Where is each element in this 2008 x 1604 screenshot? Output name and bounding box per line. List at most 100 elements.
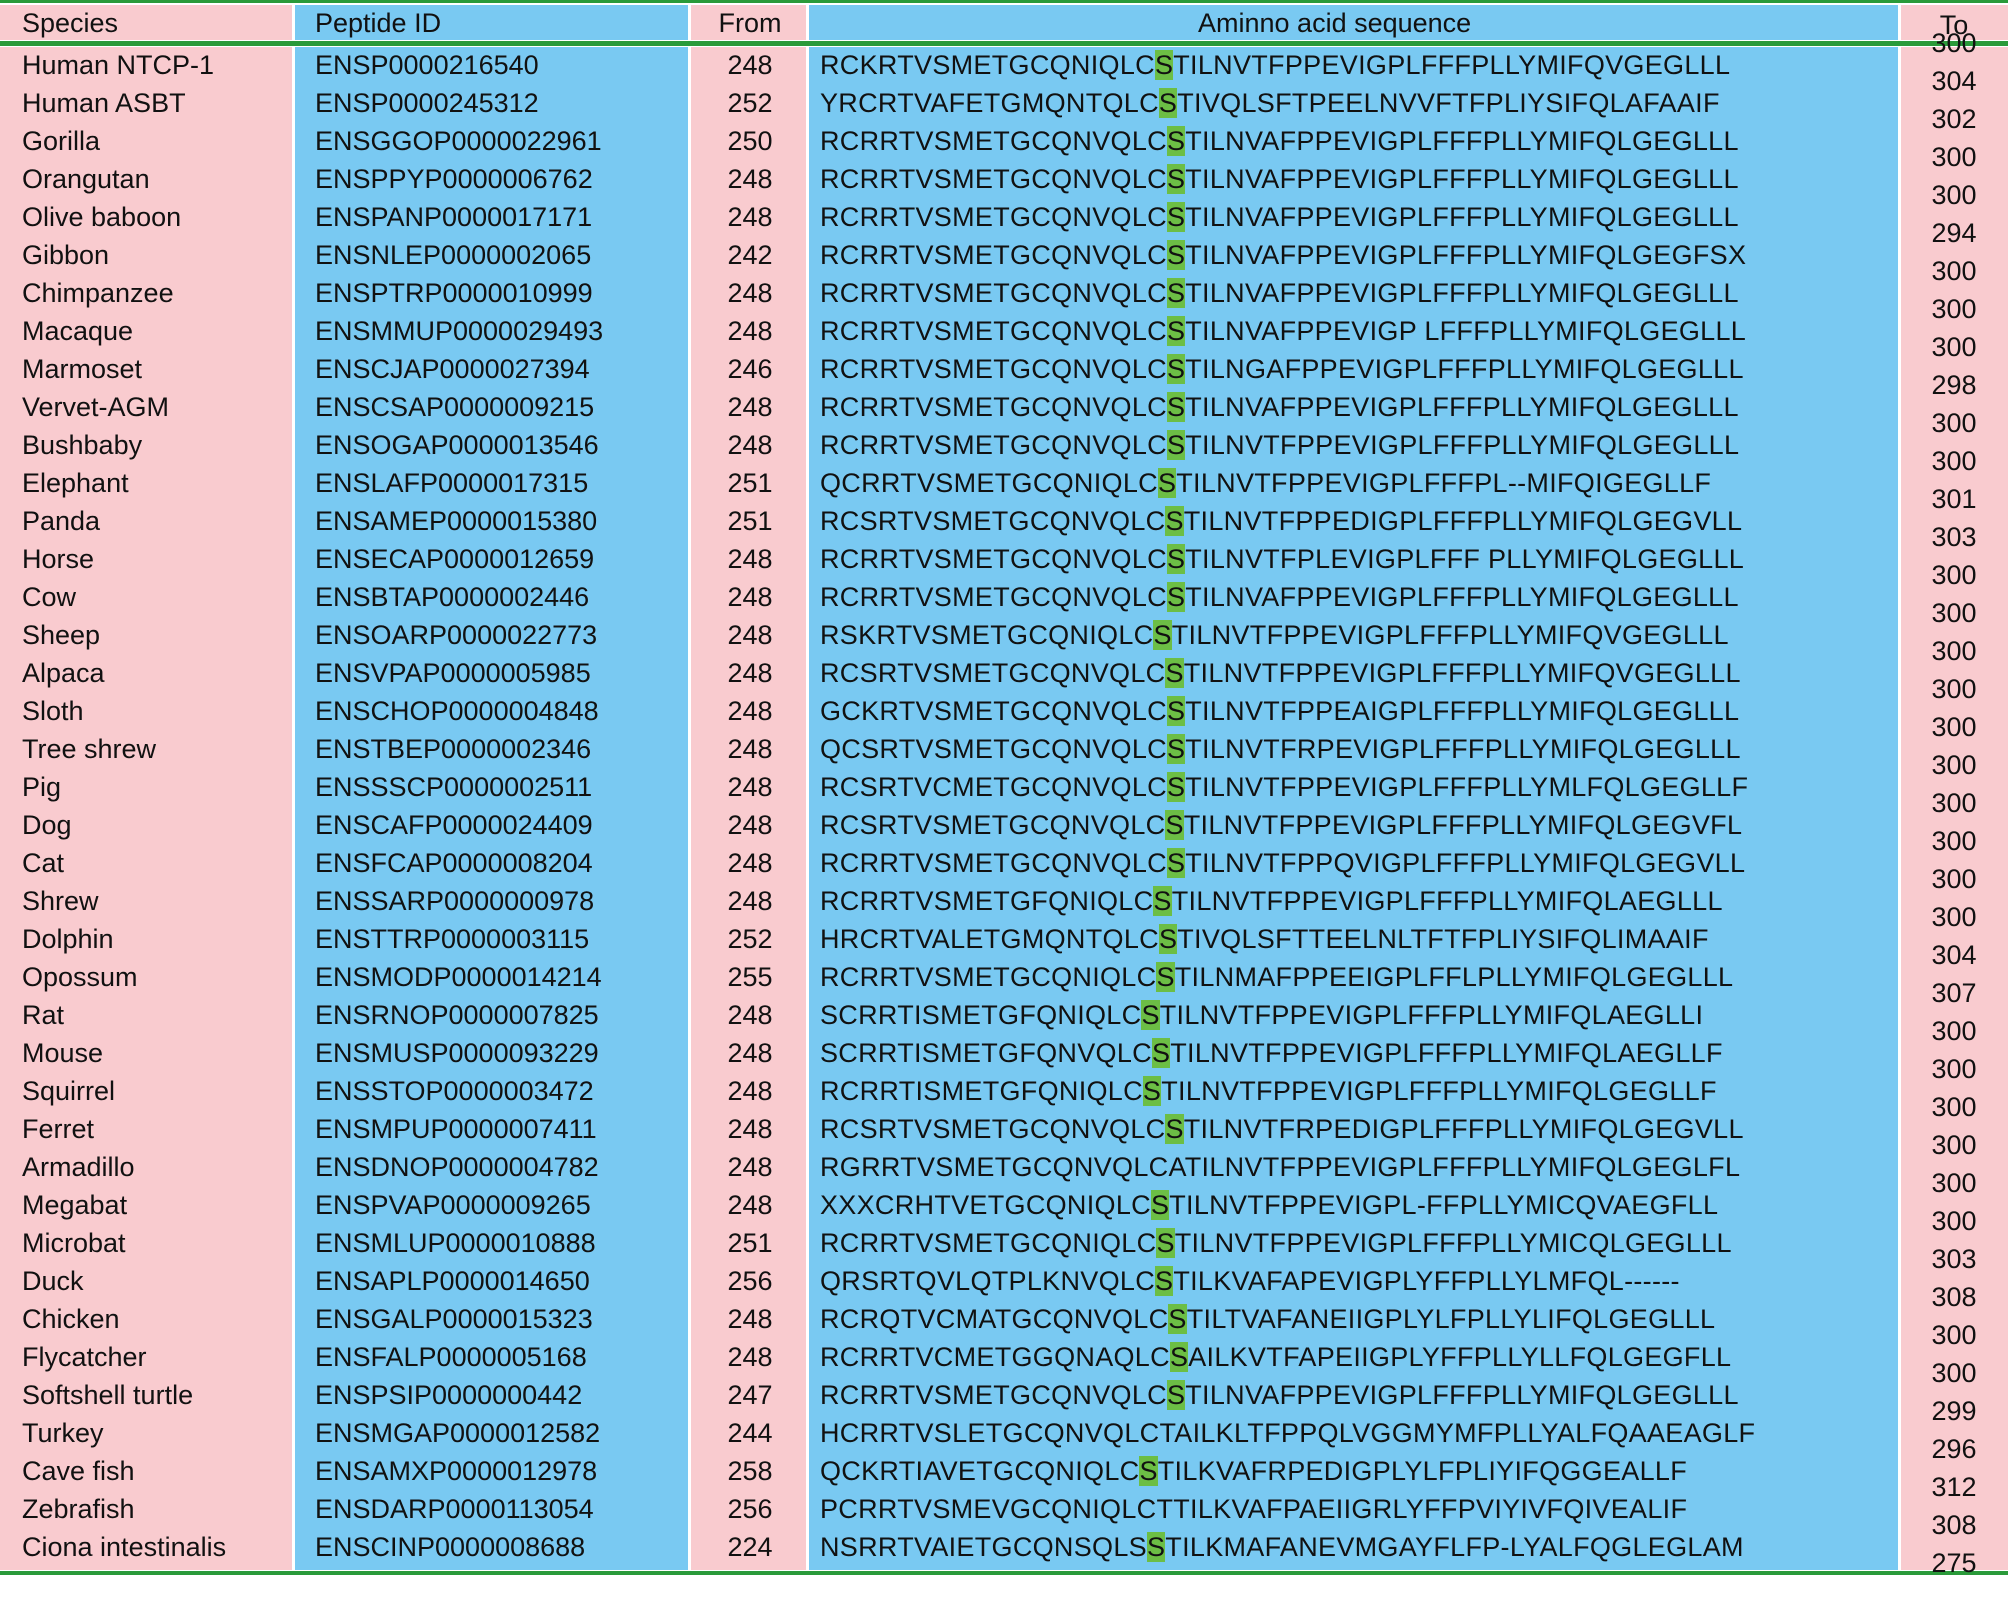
- sequence-cell: RCKRTVSMETGCQNIQLCSTILNVTFPPEVIGPLFFFPLL…: [820, 46, 1730, 84]
- table-row: Chimpanzee ENSPTRP0000010999 248 RCRRTVSMET…: [0, 256, 2008, 312]
- to-cell: 275: [1931, 1548, 1977, 1578]
- top-rule: [0, 0, 2008, 3]
- sequence-cell: RGRRTVSMETGCQNVQLCATILNVTFPPEVIGPLFFFPLL…: [820, 1148, 1740, 1186]
- species-cell: Marmoset: [22, 354, 143, 384]
- highlighted-residue: S: [1153, 620, 1172, 650]
- sequence-cell: HCRRTVSLETGCQNVQLCTAILKLTFPPQLVGGMYMFPLL…: [820, 1414, 1755, 1452]
- from-cell: 251: [727, 1228, 773, 1258]
- sequence-cell: RCRRTVSMETGCQNIQLCSTILNMAFPPEEIGPLFFLPLL…: [820, 958, 1733, 996]
- peptide-id-cell: ENSSTOP0000003472: [315, 1076, 594, 1106]
- sequence-cell: QCKRTIAVETGCQNIQLCSTILKVAFRPEDIGPLYLFPLI…: [820, 1452, 1687, 1490]
- from-cell: 255: [727, 962, 773, 992]
- sequence-suffix: AILKVTFAPEIIGPLYFFPLLYLLFQLGEGFLL: [1188, 1342, 1732, 1372]
- sequence-suffix: TILKVAFRPEDIGPLYLFPLIYIFQGGEALLF: [1157, 1456, 1688, 1486]
- highlighted-residue: S: [1158, 88, 1178, 118]
- highlighted-residue: S: [1166, 202, 1186, 232]
- table-row: Mouse ENSMUSP0000093229 248 SCRRTISMETGFQNV…: [0, 1016, 2008, 1072]
- sequence-prefix: RCRRTVCMETGGQNAQLC: [820, 1342, 1170, 1372]
- to-cell: 300: [1931, 408, 1977, 438]
- species-cell: Orangutan: [22, 164, 150, 194]
- sequence-suffix: TILNVTFPPEVIGPLFFFPL--MIFQIGEGLLF: [1176, 468, 1712, 498]
- from-cell: 252: [727, 88, 773, 118]
- to-cell: 307: [1931, 978, 1977, 1008]
- table-row: Human NTCP-1 ENSP0000216540 248 RCKRTVSMETG…: [0, 28, 2008, 84]
- from-cell: 248: [727, 50, 773, 80]
- highlighted-residue: S: [1166, 772, 1186, 802]
- to-cell: 304: [1931, 940, 1977, 970]
- sequence-prefix: RCSRTVSMETGCQNVQLC: [820, 1114, 1166, 1144]
- sequence-suffix: TILNVTFPPEVIGPLFFFPLLYMLFQLGEGLLF: [1185, 772, 1749, 802]
- to-cell: 300: [1931, 560, 1977, 590]
- sequence-cell: GCKRTVSMETGCQNVQLCSTILNVTFPPEAIGPLFFFPLL…: [820, 692, 1739, 730]
- table-row: Panda ENSAMEP0000015380 251 RCSRTVSMETGCQNV…: [0, 484, 2008, 540]
- highlighted-residue: S: [1151, 1038, 1171, 1068]
- sequence-prefix: RSKRTVSMETGCQNIQLC: [820, 620, 1154, 650]
- from-cell: 248: [727, 696, 773, 726]
- sequence-prefix: QCRRTVSMETGCQNIQLC: [820, 468, 1158, 498]
- highlighted-residue: S: [1166, 240, 1186, 270]
- from-cell: 248: [727, 1114, 773, 1144]
- to-cell: 300: [1931, 826, 1977, 856]
- peptide-id-cell: ENSLAFP0000017315: [315, 468, 589, 498]
- species-cell: Horse: [22, 544, 95, 574]
- to-cell: 300: [1931, 788, 1977, 818]
- from-cell: 247: [727, 1380, 773, 1410]
- sequence-cell: RCRRTVSMETGCQNVQLCSTILNVAFPPEVIGPLFFFPLL…: [820, 122, 1739, 160]
- table-row: Zebrafish ENSDARP0000113054 256 PCRRTVSMEVG…: [0, 1472, 2008, 1528]
- sequence-prefix: RGRRTVSMETGCQNVQLC: [820, 1152, 1169, 1182]
- peptide-id-cell: ENSMPUP0000007411: [315, 1114, 597, 1144]
- to-cell: 294: [1931, 218, 1977, 248]
- from-cell: 248: [727, 772, 773, 802]
- highlighted-residue: S: [1158, 924, 1178, 954]
- sequence-suffix: TIVQLSFTTEELNLTFTFPLIYSIFQLIMAAIF: [1177, 924, 1709, 954]
- highlighted-residue: S: [1166, 392, 1186, 422]
- highlighted-residue: S: [1166, 126, 1186, 156]
- sequence-suffix: TILKMAFANEVMGAYFLFP-LYALFQGLEGLAM: [1165, 1532, 1744, 1562]
- table-row: Duck ENSAPLP0000014650 256 QRSRTQVLQTPLKNVQ…: [0, 1244, 2008, 1300]
- highlighted-residue: S: [1166, 544, 1186, 574]
- species-cell: Dolphin: [22, 924, 114, 954]
- highlighted-residue: S: [1166, 696, 1186, 726]
- peptide-id-cell: ENSCJAP0000027394: [315, 354, 590, 384]
- peptide-id-cell: ENSCAFP0000024409: [315, 810, 593, 840]
- sequence-suffix: TILNVTFPPEAIGPLFFFPLLYMIFQLGEGLLL: [1185, 696, 1740, 726]
- sequence-cell: RCRRTVSMETGCQNVQLCSTILNGAFPPEVIGPLFFFPLL…: [820, 350, 1744, 388]
- sequence-cell: QCSRTVSMETGCQNVQLCSTILNVTFRPEVIGPLFFFPLL…: [820, 730, 1741, 768]
- table-row: Ferret ENSMPUP0000007411 248 RCSRTVSMETGCQN…: [0, 1092, 2008, 1148]
- sequence-suffix: TILNVTFPPEVIGPLFFFPLLYMIFQLGEGLLL: [1185, 430, 1740, 460]
- species-cell: Cave fish: [22, 1456, 135, 1486]
- peptide-id-cell: ENSFCAP0000008204: [315, 848, 593, 878]
- species-cell: Vervet-AGM: [22, 392, 170, 422]
- table-row: Rat ENSRNOP0000007825 248 SCRRTISMETGFQNIQL…: [0, 978, 2008, 1034]
- peptide-id-cell: ENSGALP0000015323: [315, 1304, 593, 1334]
- highlighted-residue: S: [1165, 658, 1184, 688]
- species-cell: Duck: [22, 1266, 84, 1296]
- table-row: Horse ENSECAP0000012659 248 RCRRTVSMETGCQNV…: [0, 522, 2008, 578]
- species-cell: Zebrafish: [22, 1494, 135, 1524]
- from-cell: 246: [727, 354, 773, 384]
- to-cell: 300: [1931, 1358, 1977, 1388]
- peptide-id-cell: ENSOARP0000022773: [315, 620, 598, 650]
- sequence-cell: RCSRTVSMETGCQNVQLCSTILNVTFPPEVIGPLFFFPLL…: [820, 654, 1741, 692]
- highlighted-residue: S: [1155, 1266, 1174, 1296]
- species-cell: Turkey: [22, 1418, 104, 1448]
- to-cell: 300: [1931, 28, 1977, 58]
- sequence-prefix: RCRRTVSMETGFQNIQLC: [820, 886, 1154, 916]
- from-cell: 248: [727, 1342, 773, 1372]
- highlighted-residue: S: [1166, 734, 1186, 764]
- to-cell: 300: [1931, 636, 1977, 666]
- species-cell: Cat: [22, 848, 65, 878]
- from-cell: 250: [727, 126, 773, 156]
- species-cell: Squirrel: [22, 1076, 116, 1106]
- peptide-id-cell: ENSDARP0000113054: [315, 1494, 594, 1524]
- table-row: Dolphin ENSTTRP0000003115 252 HRCRTVALETGMQ…: [0, 902, 2008, 958]
- species-cell: Ciona intestinalis: [22, 1532, 227, 1562]
- table-row: Flycatcher ENSFALP0000005168 248 RCRRTVCMET…: [0, 1320, 2008, 1376]
- peptide-id-cell: ENSPSIP0000000442: [315, 1380, 583, 1410]
- species-cell: Chicken: [22, 1304, 120, 1334]
- species-cell: Megabat: [22, 1190, 128, 1220]
- sequence-prefix: RCRRTVSMETGCQNVQLC: [820, 164, 1167, 194]
- highlighted-residue: S: [1165, 1114, 1184, 1144]
- peptide-id-cell: ENSMUSP0000093229: [315, 1038, 599, 1068]
- table-row: Elephant ENSLAFP0000017315 251 QCRRTVSMETGC…: [0, 446, 2008, 502]
